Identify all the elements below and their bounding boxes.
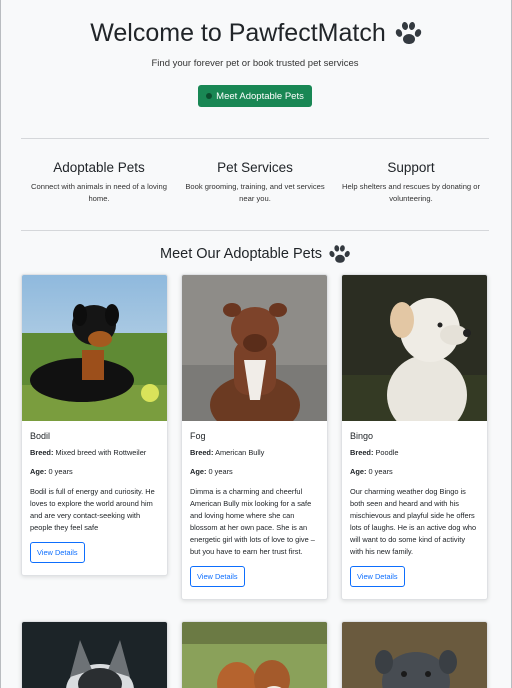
pet-description: Dimma is a charming and cheerful America… [190,487,315,556]
pet-card: Bodil Breed: Mixed breed with Rottweiler… [21,274,168,576]
pet-photo-bodil [22,275,167,421]
paw-icon [206,93,213,99]
breed-value: Poodle [375,448,399,457]
pet-photo-bingo [342,275,487,421]
pet-name: Fog [190,431,206,441]
feature-text: Book grooming, training, and vet service… [185,182,325,203]
age-label: Age: [30,467,47,476]
pet-age: Age: 0 years [190,467,319,476]
card-body: Bingo Breed: Poodle Age: 0 years Our cha… [342,421,487,599]
age-label: Age: [190,467,207,476]
pet-photo [22,622,167,688]
breed-label: Breed: [350,448,374,457]
view-details-button[interactable]: View Details [30,542,85,563]
feature-title: Pet Services [217,160,293,175]
pet-card: Bingo Breed: Poodle Age: 0 years Our cha… [341,274,488,600]
feature-adoptable-pets: Adoptable Pets Connect with animals in n… [21,160,177,205]
breed-label: Breed: [190,448,214,457]
pets-section-header: Meet Our Adoptable Pets [21,242,489,266]
pet-photo [342,622,487,688]
pet-card [341,621,488,688]
pet-card: Fog Breed: American Bully Age: 0 years D… [181,274,328,600]
feature-support: Support Help shelters and rescues by don… [333,160,489,205]
feature-pet-services: Pet Services Book grooming, training, an… [177,160,333,205]
paw-icon [394,21,423,45]
pet-cards-row-2 [21,621,489,688]
pet-card [181,621,328,688]
divider [21,230,489,231]
card-body: Fog Breed: American Bully Age: 0 years D… [182,421,327,599]
features-row: Adoptable Pets Connect with animals in n… [21,160,489,205]
hero-subtitle: Find your forever pet or book trusted pe… [151,58,359,69]
age-label: Age: [350,467,367,476]
pet-cards-row: Bodil Breed: Mixed breed with Rottweiler… [21,274,489,600]
breed-label: Breed: [30,448,54,457]
view-details-button[interactable]: View Details [350,566,405,587]
pet-age: Age: 0 years [350,467,479,476]
view-details-button[interactable]: View Details [190,566,245,587]
hero-section: Welcome to PawfectMatch Find your foreve… [21,16,489,107]
pet-description: Bodil is full of energy and curiosity. H… [30,487,155,532]
age-value: 0 years [48,467,73,476]
section-title: Meet Our Adoptable Pets [159,246,322,262]
card-body: Bodil Breed: Mixed breed with Rottweiler… [22,421,167,575]
pet-photo-fog [182,275,327,421]
pet-description: Our charming weather dog Bingo is both s… [350,487,477,556]
page-title-row: Welcome to PawfectMatch [21,16,489,50]
age-value: 0 years [208,467,233,476]
page-title: Welcome to PawfectMatch [90,18,386,47]
pet-card [21,621,168,688]
pet-breed: Breed: American Bully [190,448,319,457]
feature-text: Help shelters and rescues by donating or… [341,182,481,203]
meet-adoptable-pets-button[interactable]: Meet Adoptable Pets [198,85,312,107]
pet-photo [182,622,327,688]
paw-icon [328,244,351,263]
feature-title: Support [387,160,435,175]
pet-age: Age: 0 years [30,467,159,476]
pet-breed: Breed: Poodle [350,448,479,457]
breed-value: Mixed breed with Rottweiler [55,448,147,457]
feature-text: Connect with animals in need of a loving… [31,182,167,203]
pet-name: Bodil [30,431,51,441]
pet-name: Bingo [350,431,374,441]
breed-value: American Bully [215,448,265,457]
pet-breed: Breed: Mixed breed with Rottweiler [30,448,159,457]
feature-title: Adoptable Pets [53,160,145,175]
divider [21,138,489,139]
cta-label: Meet Adoptable Pets [216,90,304,102]
age-value: 0 years [368,467,393,476]
